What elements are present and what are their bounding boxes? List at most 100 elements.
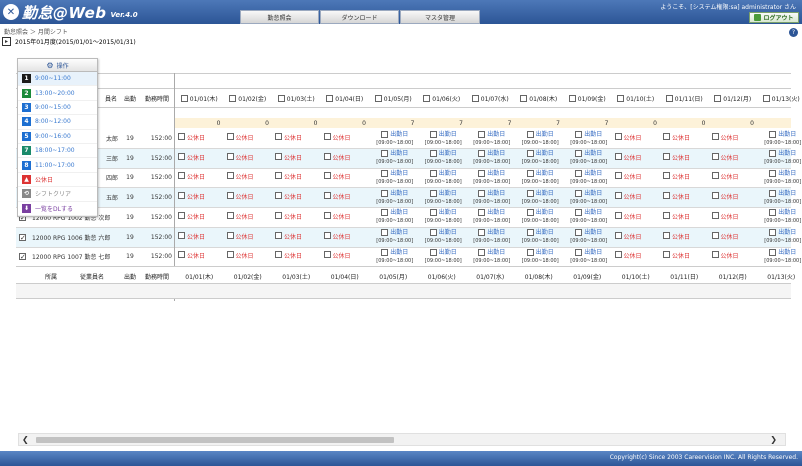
- date-checkbox[interactable]: [568, 94, 576, 102]
- shift-cell-holiday[interactable]: 公休日: [711, 188, 758, 207]
- shift-cell-holiday[interactable]: 公休日: [663, 188, 709, 207]
- date-checkbox[interactable]: [326, 94, 334, 102]
- shift-cell-holiday[interactable]: 公休日: [711, 129, 758, 148]
- shift-cell-holiday[interactable]: 公休日: [275, 129, 321, 148]
- shift-checkbox[interactable]: [429, 150, 437, 158]
- shift-checkbox[interactable]: [478, 150, 486, 158]
- shift-cell-workday[interactable]: 出勤日 [09:00~18:00]: [372, 168, 418, 187]
- shift-cell-holiday[interactable]: 公休日: [711, 208, 758, 227]
- shift-checkbox[interactable]: [478, 248, 486, 256]
- shift-cell-workday[interactable]: 出勤日 [09:00~18:00]: [421, 129, 467, 148]
- date-checkbox[interactable]: [423, 94, 431, 102]
- date-checkbox[interactable]: [229, 94, 237, 102]
- horizontal-scrollbar[interactable]: ❮ ❯: [18, 433, 786, 446]
- shift-cell-workday[interactable]: 出勤日 [09:00~18:00]: [372, 188, 418, 207]
- shift-cell-holiday[interactable]: 公休日: [663, 168, 709, 187]
- shift-checkbox[interactable]: [614, 172, 622, 180]
- shift-cell-holiday[interactable]: 公休日: [711, 168, 758, 187]
- help-icon[interactable]: ?: [789, 28, 798, 37]
- shift-checkbox[interactable]: [575, 150, 583, 158]
- shift-cell-workday[interactable]: 出勤日 [09:00~18:00]: [372, 228, 418, 247]
- shift-checkbox[interactable]: [178, 211, 185, 219]
- row-checkbox[interactable]: [19, 253, 26, 261]
- menu-item[interactable]: ⬇ 一覧をDLする: [18, 202, 97, 216]
- date-header[interactable]: 01/09(金): [563, 89, 612, 107]
- shift-checkbox[interactable]: [226, 192, 234, 200]
- shift-cell-workday[interactable]: 出勤日 [09:00~18:00]: [421, 149, 467, 168]
- shift-cell-holiday[interactable]: 公休日: [663, 149, 709, 168]
- shift-cell-holiday[interactable]: 公休日: [226, 228, 273, 247]
- shift-cell-workday[interactable]: 出勤日 [09:00~18:00]: [469, 188, 515, 207]
- shift-checkbox[interactable]: [663, 251, 670, 259]
- shift-cell-workday[interactable]: 出勤日 [09:00~18:00]: [518, 168, 564, 187]
- shift-cell-holiday[interactable]: 公休日: [178, 129, 224, 148]
- shift-checkbox[interactable]: [226, 211, 234, 219]
- shift-checkbox[interactable]: [226, 133, 234, 140]
- shift-cell-holiday[interactable]: 公休日: [711, 149, 758, 168]
- date-checkbox[interactable]: [374, 94, 382, 102]
- shift-checkbox[interactable]: [323, 192, 331, 200]
- shift-cell-holiday[interactable]: 公休日: [178, 228, 224, 247]
- shift-checkbox[interactable]: [663, 211, 670, 219]
- shift-cell-holiday[interactable]: 公休日: [711, 247, 758, 266]
- shift-checkbox[interactable]: [526, 209, 534, 217]
- shift-checkbox[interactable]: [381, 169, 389, 177]
- shift-cell-workday[interactable]: 出勤日 [09:00~18:00]: [566, 129, 612, 148]
- shift-cell-workday[interactable]: 出勤日 [09:00~18:00]: [469, 168, 515, 187]
- shift-checkbox[interactable]: [429, 229, 437, 236]
- shift-cell-workday[interactable]: 出勤日 [09:00~18:00]: [760, 149, 802, 168]
- date-header[interactable]: 01/02(金): [224, 89, 273, 107]
- shift-checkbox[interactable]: [275, 251, 282, 259]
- scroll-left-icon[interactable]: ❮: [22, 435, 29, 444]
- shift-cell-holiday[interactable]: 公休日: [226, 168, 273, 187]
- shift-cell-workday[interactable]: 出勤日 [09:00~18:00]: [469, 247, 515, 266]
- scrollbar-thumb[interactable]: [36, 437, 394, 443]
- shift-cell-holiday[interactable]: 公休日: [275, 208, 321, 227]
- menu-item[interactable]: 2 13:00~20:00: [18, 86, 97, 101]
- shift-cell-holiday[interactable]: 公休日: [178, 149, 224, 168]
- shift-cell-holiday[interactable]: 公休日: [323, 208, 370, 227]
- shift-checkbox[interactable]: [178, 192, 185, 200]
- period-toggle-icon[interactable]: ▸: [2, 37, 11, 46]
- shift-cell-workday[interactable]: 出勤日 [09:00~18:00]: [372, 247, 418, 266]
- shift-checkbox[interactable]: [478, 169, 486, 177]
- shift-cell-workday[interactable]: 出勤日 [09:00~18:00]: [469, 129, 515, 148]
- date-header[interactable]: 01/05(月): [369, 89, 418, 107]
- shift-checkbox[interactable]: [614, 133, 622, 140]
- shift-cell-workday[interactable]: 出勤日 [09:00~18:00]: [372, 149, 418, 168]
- shift-checkbox[interactable]: [429, 209, 437, 217]
- shift-checkbox[interactable]: [614, 211, 622, 219]
- shift-cell-holiday[interactable]: 公休日: [275, 149, 321, 168]
- shift-checkbox[interactable]: [711, 211, 719, 219]
- shift-checkbox[interactable]: [575, 248, 583, 256]
- date-checkbox[interactable]: [471, 94, 479, 102]
- shift-checkbox[interactable]: [478, 130, 486, 138]
- shift-checkbox[interactable]: [769, 130, 777, 138]
- shift-checkbox[interactable]: [526, 169, 534, 177]
- shift-checkbox[interactable]: [663, 172, 670, 180]
- shift-cell-holiday[interactable]: 公休日: [323, 247, 370, 266]
- shift-cell-holiday[interactable]: 公休日: [275, 168, 321, 187]
- date-header[interactable]: 01/12(月): [709, 89, 758, 107]
- shift-checkbox[interactable]: [663, 192, 670, 200]
- shift-cell-workday[interactable]: 出勤日 [09:00~18:00]: [518, 188, 564, 207]
- shift-checkbox[interactable]: [614, 192, 622, 200]
- date-checkbox[interactable]: [714, 94, 722, 102]
- shift-checkbox[interactable]: [226, 231, 234, 239]
- shift-checkbox[interactable]: [275, 192, 282, 200]
- shift-checkbox[interactable]: [178, 231, 185, 239]
- date-header[interactable]: 01/11(日): [660, 89, 709, 107]
- shift-checkbox[interactable]: [575, 130, 583, 138]
- shift-cell-workday[interactable]: 出勤日 [09:00~18:00]: [760, 208, 802, 227]
- menu-item[interactable]: 1 9:00~11:00: [18, 72, 97, 87]
- shift-checkbox[interactable]: [663, 231, 670, 239]
- date-checkbox[interactable]: [180, 94, 188, 102]
- shift-checkbox[interactable]: [381, 150, 389, 158]
- shift-checkbox[interactable]: [526, 248, 534, 256]
- shift-cell-workday[interactable]: 出勤日 [09:00~18:00]: [372, 129, 418, 148]
- shift-checkbox[interactable]: [323, 152, 331, 160]
- shift-checkbox[interactable]: [614, 251, 622, 259]
- shift-cell-holiday[interactable]: 公休日: [614, 168, 661, 187]
- shift-checkbox[interactable]: [275, 231, 282, 239]
- shift-checkbox[interactable]: [575, 189, 583, 197]
